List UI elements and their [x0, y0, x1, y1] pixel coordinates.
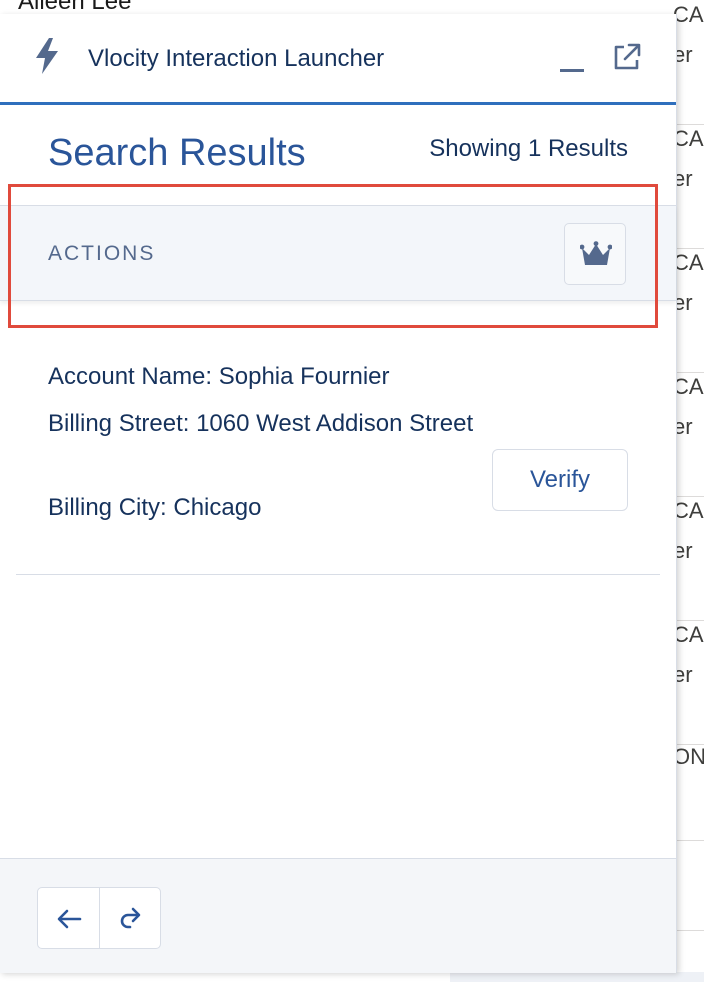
arrow-left-icon: [57, 909, 82, 929]
background-row-text: CA: [673, 622, 704, 647]
search-results-title: Search Results: [48, 132, 306, 174]
background-row-text: CA: [673, 374, 704, 399]
result-card: Account Name: Sophia Fournier Billing St…: [16, 342, 660, 575]
forward-button[interactable]: [98, 888, 161, 948]
background-row-text: ON: [673, 744, 704, 769]
lightning-bolt-icon: [34, 38, 60, 74]
minimize-button[interactable]: [556, 44, 588, 76]
panel-footer: [0, 858, 676, 973]
verify-button[interactable]: Verify: [492, 449, 628, 511]
minimize-icon: [560, 69, 584, 72]
background-row-text: CA: [673, 2, 704, 27]
actions-crown-button[interactable]: [564, 223, 626, 285]
actions-label: ACTIONS: [48, 242, 156, 265]
billing-city-field: Billing City: Chicago: [48, 494, 262, 521]
interaction-launcher-panel: Vlocity Interaction Launcher Search Resu…: [0, 14, 677, 973]
results-count: Showing 1 Results: [429, 135, 628, 162]
navigation-button-group: [37, 887, 161, 949]
background-strip: [450, 972, 704, 982]
popout-icon: [614, 43, 641, 70]
back-button[interactable]: [38, 888, 99, 948]
popout-button[interactable]: [612, 42, 644, 74]
crown-icon: [580, 241, 612, 265]
background-row-text: CA: [673, 250, 704, 275]
billing-street-field: Billing Street: 1060 West Addison Street: [48, 410, 474, 437]
panel-title: Vlocity Interaction Launcher: [88, 45, 385, 72]
redo-icon: [120, 907, 140, 929]
background-row-text: CA: [673, 126, 704, 151]
panel-header: Vlocity Interaction Launcher: [0, 14, 676, 105]
background-row-text: CA: [673, 498, 704, 523]
account-name-field: Account Name: Sophia Fournier: [48, 363, 390, 390]
actions-bar: ACTIONS: [0, 205, 676, 301]
